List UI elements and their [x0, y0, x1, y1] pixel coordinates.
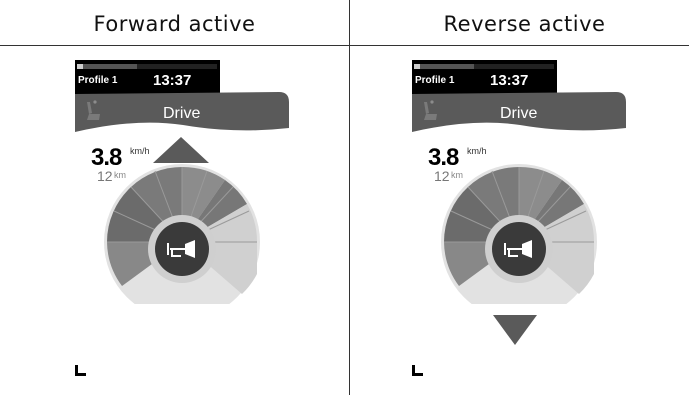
screen-reverse: Profile 1 13:37 Drive 3.8 km/h 12 km: [412, 60, 636, 390]
clock: 13:37: [153, 72, 192, 89]
speed-unit: km/h: [130, 146, 150, 156]
corner-marker: [75, 365, 86, 376]
column-divider: [349, 0, 350, 395]
mode-label: Drive: [500, 105, 538, 122]
up-arrow-icon: [153, 137, 209, 163]
speed-gauge: [441, 164, 597, 304]
battery-indicator: [414, 64, 554, 69]
profile-label: Profile 1: [415, 75, 455, 86]
column-title-forward: Forward active: [93, 12, 256, 36]
corner-marker: [412, 365, 423, 376]
down-arrow-icon: [493, 315, 537, 345]
profile-label: Profile 1: [78, 75, 118, 86]
column-title-reverse: Reverse active: [443, 12, 606, 36]
battery-indicator: [77, 64, 217, 69]
clock: 13:37: [490, 72, 529, 89]
status-bar: Profile 1 13:37: [75, 60, 220, 94]
screen-forward: Profile 1 13:37 Drive 3.8 km/h 12 km: [75, 60, 299, 390]
mode-label: Drive: [163, 105, 201, 122]
header-divider: [0, 45, 689, 46]
speed-gauge: [104, 164, 260, 304]
speed-unit: km/h: [467, 146, 487, 156]
status-bar: Profile 1 13:37: [412, 60, 557, 94]
